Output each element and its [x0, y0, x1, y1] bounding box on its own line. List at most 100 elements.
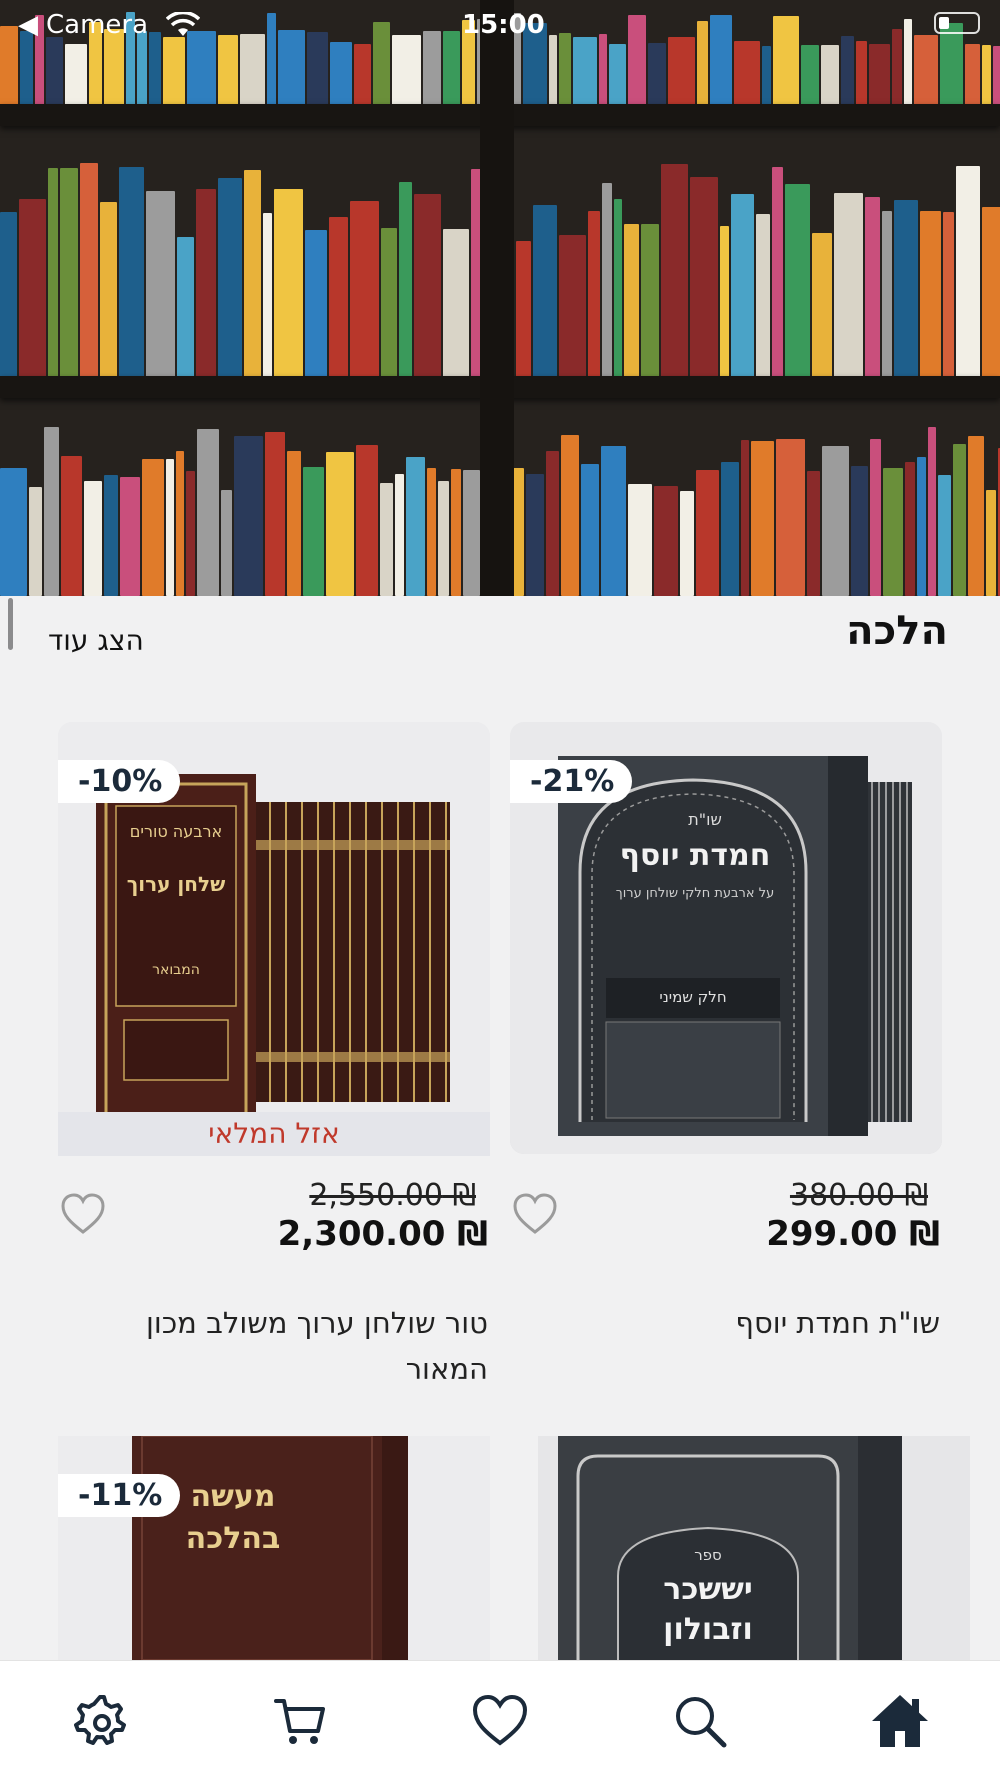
- book-spine: [186, 470, 195, 596]
- book-spine: [177, 237, 194, 380]
- book-spine: [561, 434, 579, 596]
- cover-title: חמדת יוסף: [619, 838, 771, 873]
- book-spine: [609, 43, 626, 108]
- book-spine: [380, 482, 393, 596]
- book-spine: [438, 481, 449, 596]
- book-spine: [696, 469, 719, 596]
- book-spine: [641, 224, 659, 380]
- book-spine: [741, 439, 749, 596]
- book-spine: [350, 200, 379, 380]
- product-image[interactable]: מעשה בהלכה: [58, 1436, 490, 1660]
- book-spine: [65, 44, 87, 108]
- book-spine: [870, 439, 881, 596]
- book-spine: [166, 459, 174, 596]
- shelf-pillar: [480, 0, 514, 596]
- cover-part: חלק שמיני: [659, 988, 727, 1006]
- book-spine: [0, 468, 27, 596]
- cover-spine-text: שו"ת: [688, 810, 722, 829]
- status-bar: ◀ Camera 15:00: [0, 0, 1000, 50]
- book-spine: [218, 178, 242, 380]
- book-spine: [119, 167, 144, 380]
- favorite-heart-icon[interactable]: [512, 1192, 558, 1236]
- book-spine: [265, 431, 285, 596]
- book-spine: [965, 44, 980, 108]
- book-spine: [856, 41, 867, 108]
- book-spine: [559, 234, 586, 380]
- nav-home[interactable]: [870, 1691, 930, 1751]
- book-spine: [680, 490, 694, 596]
- book-spine: [516, 241, 531, 380]
- back-app-label[interactable]: Camera: [46, 10, 148, 40]
- book-spine: [883, 468, 903, 596]
- book-spine: [869, 44, 890, 108]
- product-card[interactable]: מעשה בהלכה -11%: [58, 1436, 490, 1660]
- nav-settings[interactable]: [70, 1691, 130, 1751]
- book-spine: [756, 214, 770, 380]
- product-card[interactable]: ספר יששכר וזבולון: [538, 1436, 970, 1660]
- discount-badge: -11%: [58, 1474, 181, 1517]
- product-name[interactable]: שו"ת חמדת יוסף: [520, 1300, 940, 1346]
- book-spine: [546, 450, 559, 596]
- old-price: ₪ 2,550.00: [309, 1178, 476, 1213]
- book-spine: [807, 471, 820, 596]
- book-spine: [44, 427, 59, 596]
- book-spine: [399, 181, 412, 380]
- book-spine: [801, 45, 819, 108]
- book-spine: [463, 470, 480, 596]
- book-spine: [287, 450, 301, 596]
- cart-icon: [274, 1699, 325, 1744]
- book-spine: [60, 167, 78, 380]
- nav-search[interactable]: [670, 1691, 730, 1751]
- book-spine: [776, 439, 805, 596]
- book-spine: [628, 483, 652, 596]
- product-name[interactable]: טור שולחן ערוך משולב מכון המאור: [68, 1300, 488, 1392]
- back-arrow-icon[interactable]: ◀: [18, 10, 38, 40]
- hero-bookshelf-image: ◀ Camera 15:00: [0, 0, 1000, 596]
- product-image[interactable]: ספר יששכר וזבולון: [538, 1436, 970, 1660]
- book-spine: [624, 224, 639, 380]
- discount-badge: -10%: [58, 760, 181, 803]
- book-spine: [762, 46, 771, 108]
- book-spine: [721, 461, 739, 596]
- book-spine: [772, 166, 783, 380]
- book-spine: [986, 489, 996, 596]
- book-spine: [982, 206, 1000, 380]
- nav-cart[interactable]: [270, 1691, 330, 1751]
- product-card[interactable]: ארבעה טורים שלחן ערוך המבואר -10% אזל המ…: [58, 722, 490, 1386]
- book-spine: [822, 445, 849, 596]
- product-card[interactable]: שו"ת חמדת יוסף על ארבעת חלקי שולחן ערוך …: [510, 722, 942, 1362]
- book-spine: [19, 199, 46, 380]
- bottom-navigation: [0, 1660, 1000, 1779]
- favorite-heart-icon[interactable]: [60, 1192, 106, 1236]
- scroll-indicator: [8, 598, 13, 650]
- book-spine: [395, 474, 404, 596]
- book-spine: [197, 428, 219, 596]
- book-spine: [263, 212, 272, 380]
- book-spine: [834, 192, 863, 380]
- search-icon: [676, 1697, 727, 1748]
- book-spine: [104, 474, 118, 596]
- book-spine: [305, 229, 327, 380]
- book-spine: [938, 475, 951, 596]
- book-spine: [894, 199, 918, 380]
- book-spine: [917, 457, 926, 596]
- gear-icon: [74, 1695, 126, 1745]
- book-spine: [381, 228, 397, 380]
- book-spine: [920, 211, 941, 380]
- nav-favorites[interactable]: [470, 1691, 530, 1751]
- cover-title-top: ארבעה טורים: [129, 822, 223, 841]
- book-spine: [865, 197, 880, 380]
- book-spine: [601, 445, 626, 596]
- book-spine: [720, 226, 729, 380]
- book-spine: [851, 465, 868, 596]
- book-spine: [812, 232, 832, 380]
- book-spine: [234, 435, 263, 596]
- book-spine: [614, 198, 622, 380]
- book-spine: [80, 162, 98, 380]
- book-spine: [120, 476, 140, 596]
- book-spine: [785, 184, 810, 380]
- book-spine: [244, 169, 261, 380]
- book-spine: [414, 193, 441, 380]
- section-title: הלכה: [846, 608, 948, 654]
- show-more-link[interactable]: הצג עוד: [48, 624, 144, 657]
